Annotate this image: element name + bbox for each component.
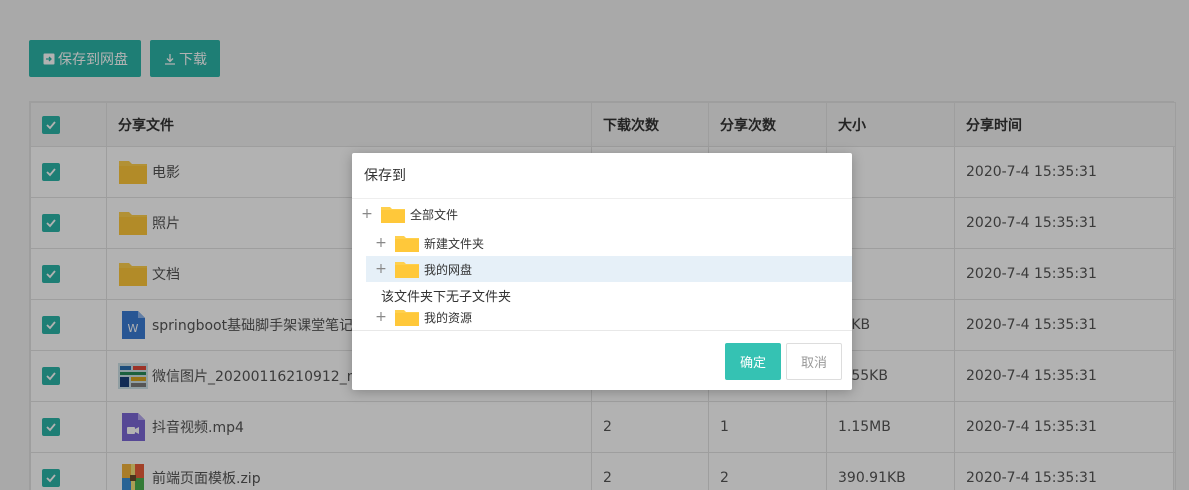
save-to-dialog: 保存到 + 全部文件 + 新建文件夹 + 我的网盘 该文件夹下无子文件夹 + 我…: [352, 153, 852, 390]
expand-icon[interactable]: +: [374, 261, 388, 277]
folder-icon: [394, 307, 420, 327]
tree-node-my-drive[interactable]: + 我的网盘: [366, 256, 852, 282]
tree-node-root[interactable]: + 全部文件: [360, 201, 840, 227]
folder-icon: [394, 233, 420, 253]
tree-node-label: 全部文件: [410, 207, 459, 222]
tree-node-new-folder[interactable]: + 新建文件夹: [374, 230, 840, 256]
tree-node-label: 我的资源: [424, 310, 473, 325]
expand-icon[interactable]: +: [374, 235, 388, 251]
expand-icon[interactable]: +: [360, 206, 374, 222]
tree-node-my-resources-row[interactable]: + 我的资源: [374, 304, 840, 330]
tree-node-label: 我的网盘: [424, 262, 473, 277]
folder-icon: [380, 204, 406, 224]
folder-icon: [394, 259, 420, 279]
empty-subfolder-tip: 该文件夹下无子文件夹: [381, 290, 512, 305]
tree-node-label: 新建文件夹: [424, 236, 485, 251]
dialog-title: 保存到: [352, 153, 852, 199]
confirm-button[interactable]: 确定: [725, 343, 781, 380]
expand-icon[interactable]: +: [374, 309, 388, 325]
cancel-button[interactable]: 取消: [786, 343, 842, 380]
dialog-footer: 确定 取消: [725, 343, 842, 380]
